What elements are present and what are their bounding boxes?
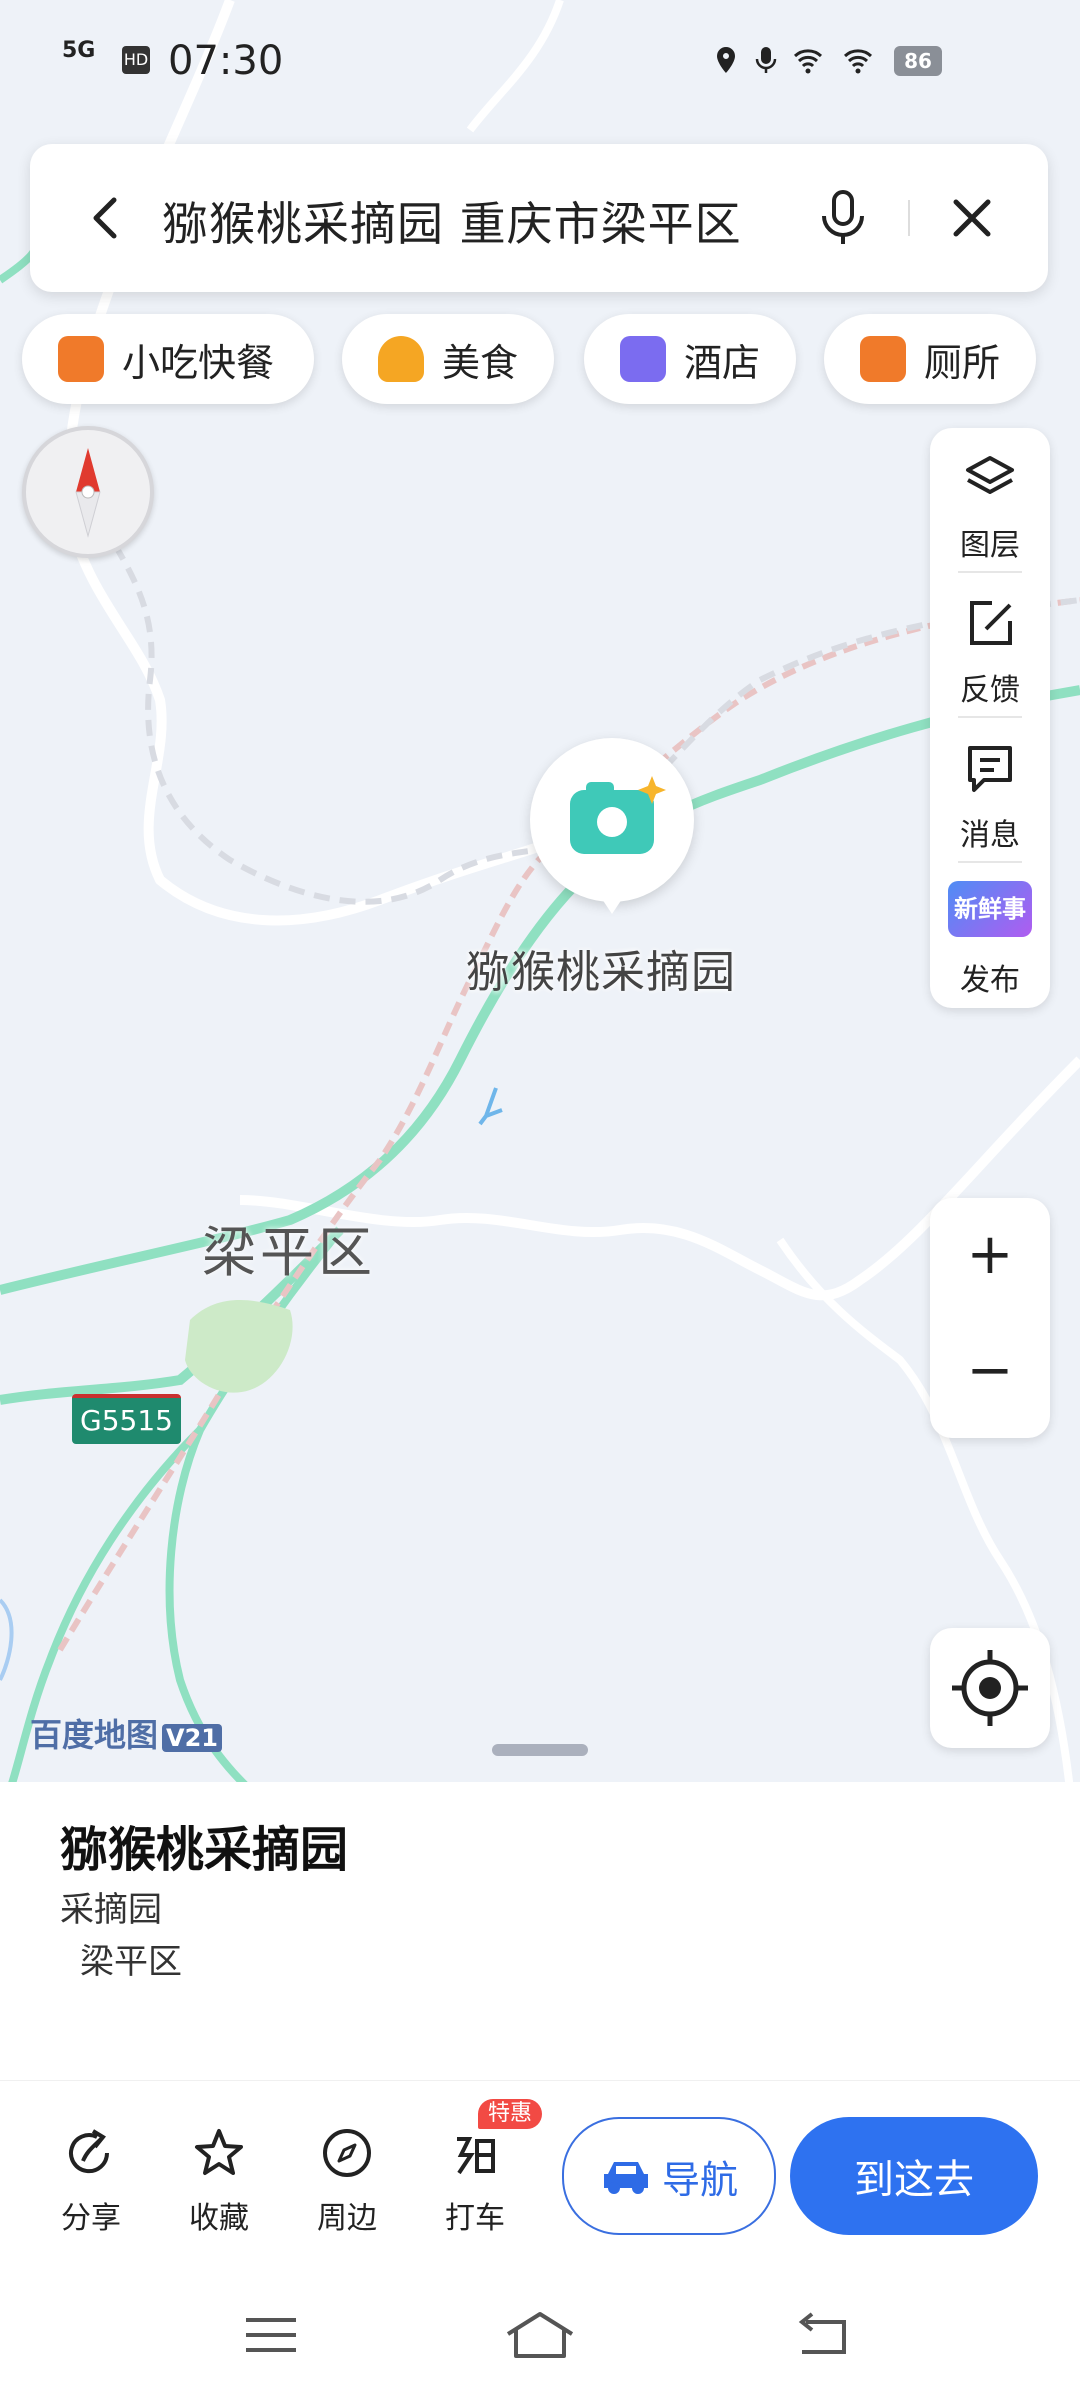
taxi-icon bbox=[457, 2137, 495, 2175]
favorite-button[interactable]: 收藏 bbox=[174, 2125, 264, 2237]
compass-icon bbox=[323, 2129, 371, 2177]
camera-icon bbox=[570, 776, 666, 854]
watermark-text: 百度地图 bbox=[30, 1716, 159, 1754]
chip-label: 小吃快餐 bbox=[122, 340, 275, 385]
feedback-button[interactable]: 反馈 bbox=[930, 573, 1050, 718]
location-pin[interactable] bbox=[530, 738, 694, 902]
discount-badge: 特惠 bbox=[478, 2099, 543, 2129]
home-icon[interactable] bbox=[502, 2308, 578, 2362]
place-category: 采摘园 bbox=[60, 1890, 162, 1930]
action-label: 打车 bbox=[445, 2201, 505, 2236]
wifi-plus-icon bbox=[793, 49, 823, 74]
action-label: 分享 bbox=[61, 2201, 121, 2236]
map-tools-panel: 图层 反馈 消息 新鲜事 发布 bbox=[930, 428, 1050, 1008]
compass-button[interactable] bbox=[22, 426, 154, 558]
back-nav-icon[interactable] bbox=[792, 2310, 852, 2360]
tool-label: 消息 bbox=[960, 818, 1020, 853]
zoom-control: + − bbox=[930, 1198, 1050, 1438]
message-button[interactable]: 消息 bbox=[930, 718, 1050, 863]
watermark-version: V21 bbox=[162, 1724, 222, 1752]
pin-label: 猕猴桃采摘园 bbox=[466, 947, 736, 998]
back-arrow-icon[interactable] bbox=[76, 186, 140, 250]
highway-shield: G5515 bbox=[72, 1394, 181, 1444]
place-district: 梁平区 bbox=[80, 1942, 182, 1982]
search-query[interactable]: 猕猴桃采摘园 重庆市梁平区 bbox=[162, 188, 742, 254]
feedback-icon bbox=[970, 601, 1012, 645]
district-label: 梁平区 bbox=[202, 1221, 376, 1284]
voice-search-icon[interactable] bbox=[808, 182, 878, 252]
place-info-sheet[interactable]: 猕猴桃采摘园 采摘园 梁平区 bbox=[0, 1782, 1080, 2082]
place-title: 猕猴桃采摘园 bbox=[60, 1822, 349, 1878]
system-nav-bar bbox=[0, 2280, 1080, 2400]
status-time: 07:30 bbox=[168, 38, 284, 84]
chip-label: 酒店 bbox=[684, 340, 761, 385]
tool-label: 发布 bbox=[960, 963, 1020, 998]
tool-label: 图层 bbox=[960, 528, 1020, 563]
hotel-icon bbox=[620, 336, 666, 382]
chip-toilet[interactable]: 厕所 bbox=[824, 314, 1036, 404]
crosshair-icon bbox=[952, 1650, 1028, 1726]
clear-search-icon[interactable] bbox=[940, 186, 1004, 250]
chip-food[interactable]: 美食 bbox=[342, 314, 554, 404]
publish-icon: 新鲜事 bbox=[948, 881, 1032, 937]
locate-me-button[interactable] bbox=[930, 1628, 1050, 1748]
battery-indicator: 86 bbox=[894, 46, 942, 76]
sheet-drag-handle[interactable] bbox=[492, 1744, 588, 1756]
menu-icon[interactable] bbox=[240, 2310, 302, 2360]
search-divider bbox=[908, 200, 910, 236]
status-bar: 5G HD 07:30 86 bbox=[0, 0, 1080, 120]
layers-button[interactable]: 图层 bbox=[930, 428, 1050, 573]
chip-snack[interactable]: 小吃快餐 bbox=[22, 314, 314, 404]
food-icon bbox=[378, 336, 424, 382]
car-icon bbox=[603, 2162, 648, 2194]
zoom-in-button[interactable]: + bbox=[930, 1222, 1050, 1287]
action-label: 收藏 bbox=[189, 2201, 249, 2236]
share-icon bbox=[69, 2129, 110, 2174]
nearby-button[interactable]: 周边 bbox=[302, 2125, 392, 2237]
zoom-out-button[interactable]: − bbox=[930, 1338, 1050, 1403]
layers-icon bbox=[966, 456, 1014, 494]
search-bar[interactable]: 猕猴桃采摘园 重庆市梁平区 bbox=[30, 144, 1048, 292]
toilet-icon bbox=[860, 336, 906, 382]
navigate-button[interactable]: 导航 bbox=[562, 2117, 776, 2235]
hd-badge: HD bbox=[122, 46, 150, 74]
network-indicator: 5G bbox=[62, 38, 96, 63]
action-bar: 分享 收藏 周边 打车 特惠 导航 到这去 bbox=[0, 2080, 1080, 2281]
chip-label: 美食 bbox=[442, 340, 519, 385]
taxi-button[interactable]: 打车 bbox=[430, 2125, 520, 2237]
microphone-status-icon bbox=[755, 47, 777, 73]
go-here-button[interactable]: 到这去 bbox=[790, 2117, 1038, 2235]
message-icon bbox=[968, 746, 1012, 792]
tool-label: 反馈 bbox=[960, 673, 1020, 708]
pin-tail bbox=[596, 890, 628, 914]
publish-button[interactable]: 新鲜事 发布 bbox=[930, 863, 1050, 1008]
share-button[interactable]: 分享 bbox=[46, 2125, 136, 2237]
scenic-spot-icon bbox=[478, 1087, 503, 1126]
star-icon bbox=[195, 2129, 243, 2175]
action-label: 周边 bbox=[317, 2201, 377, 2236]
location-icon bbox=[717, 47, 735, 73]
map-watermark: 百度地图 V21 bbox=[30, 1710, 222, 1756]
navigate-label: 导航 bbox=[661, 2157, 738, 2202]
chip-label: 厕所 bbox=[924, 340, 1001, 385]
burger-icon bbox=[58, 336, 104, 382]
compass-needle-icon bbox=[75, 448, 101, 538]
wifi-icon bbox=[843, 49, 873, 74]
chip-hotel[interactable]: 酒店 bbox=[584, 314, 796, 404]
